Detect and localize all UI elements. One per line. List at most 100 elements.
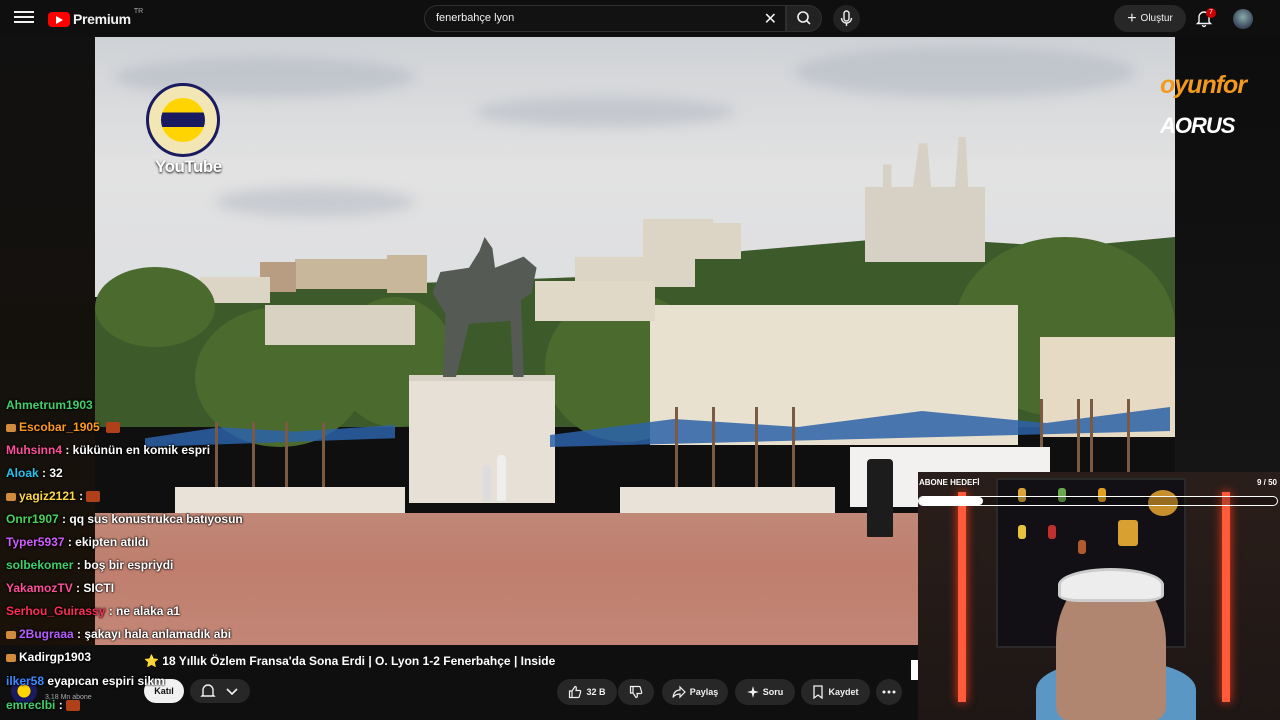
fenerbahce-crest-logo (146, 83, 220, 157)
chat-username[interactable]: Serhou_Guirassy (6, 604, 105, 618)
video-letterbox-right (1175, 37, 1280, 509)
share-button[interactable]: Paylaş (662, 679, 728, 705)
more-actions-button[interactable] (876, 679, 902, 705)
chat-message: Onrr1907 : qq sus konustrukca batıyosun (6, 512, 243, 526)
plus-icon: + (1127, 9, 1137, 27)
logo-country-code: TR (133, 7, 144, 15)
subscriber-goal-widget: ABONE HEDEFİ 9 / 50 (918, 477, 1278, 509)
oyunfor-sponsor-logo: oyunfor (1160, 71, 1247, 99)
chat-username[interactable]: Onrr1907 (6, 512, 59, 526)
ask-button[interactable]: Soru (735, 679, 795, 705)
like-button[interactable]: 32 B (557, 679, 617, 705)
chat-text: : kükünün en komik espri (65, 443, 211, 457)
account-avatar[interactable] (1233, 9, 1253, 29)
save-label: Kaydet (828, 687, 859, 697)
chat-message: ilker58 eyapıcan espiri sikm (6, 674, 165, 688)
chat-message: Aloak : 32 (6, 466, 63, 480)
chat-text: : qq sus konustrukca batıyosun (62, 512, 243, 526)
scroll-marker (911, 660, 918, 680)
led-strip-left (958, 492, 966, 702)
masthead: Premium TR fenerbahçe lyon ✕ + Oluştur 7 (0, 0, 1280, 37)
chat-username[interactable]: yagiz2121 (19, 489, 76, 503)
chat-text: eyapıcan espiri sikm (47, 674, 165, 688)
chat-username[interactable]: Typer5937 (6, 535, 64, 549)
goal-count: 9 / 50 (1256, 478, 1277, 487)
chat-username[interactable]: Ahmetrum1903 (6, 398, 93, 412)
logo-text: Premium (73, 11, 131, 27)
chat-username[interactable]: YakamozTV (6, 581, 73, 595)
sparkle-icon (746, 686, 759, 698)
led-strip-right (1222, 492, 1230, 702)
chat-text: : (79, 489, 84, 503)
chat-username[interactable]: Kadirgp1903 (19, 650, 91, 664)
bell-icon (200, 684, 238, 697)
chat-text: : ekipten atıldı (67, 535, 149, 549)
notification-count-badge: 7 (1206, 8, 1216, 18)
chat-message: Serhou_Guirassy : ne alaka a1 (6, 604, 180, 618)
ask-label: Soru (762, 687, 784, 697)
headphones (1058, 568, 1164, 602)
chat-message: 2Bugraaa : şakayı hala anlamadık abi (6, 627, 231, 641)
chat-message: yagiz2121 : (6, 489, 101, 503)
chat-emote-icon (86, 491, 101, 503)
video-title: ⭐ 18 Yıllık Özlem Fransa'da Sona Erdi | … (144, 654, 555, 668)
chat-emote-icon (65, 700, 80, 712)
goal-label: ABONE HEDEFİ (919, 478, 980, 487)
chat-message: solbekomer : boş bir espriydi (6, 558, 173, 572)
search-input[interactable]: fenerbahçe lyon ✕ (424, 5, 786, 32)
search-icon (797, 11, 811, 25)
chat-username[interactable]: ilker58 (6, 674, 44, 688)
chat-emote-icon (106, 422, 121, 434)
chat-text: : şakayı hala anlamadık abi (77, 627, 232, 641)
create-label: Oluştur (1140, 13, 1173, 24)
thumbs-up-icon (569, 685, 582, 699)
youtube-premium-logo[interactable]: Premium TR (48, 7, 144, 29)
statue-pedestal (409, 375, 555, 503)
chat-username[interactable]: solbekomer (6, 558, 73, 572)
chat-message: Ahmetrum1903 (6, 398, 93, 412)
chat-username[interactable]: emreclbi (6, 698, 55, 712)
chat-text: : 32 (42, 466, 63, 480)
thumbs-down-icon (629, 685, 643, 699)
overlay-youtube-text: YouTube (155, 157, 222, 176)
chat-message: YakamozTV : SICTI (6, 581, 114, 595)
chat-message: Typer5937 : ekipten atıldı (6, 535, 149, 549)
chat-text: : ne alaka a1 (108, 604, 181, 618)
chat-message: Muhsinn4 : kükünün en komik espri (6, 443, 210, 457)
youtube-watch-page: Premium TR fenerbahçe lyon ✕ + Oluştur 7 (0, 0, 1280, 720)
video-letterbox-left (0, 37, 95, 645)
chat-username[interactable]: Escobar_1905 (19, 420, 100, 434)
voice-search-button[interactable] (833, 5, 860, 32)
chat-badge-icon (6, 630, 16, 639)
chat-message: Escobar_1905 (6, 420, 121, 434)
chat-badge-icon (6, 492, 16, 501)
clear-search-icon[interactable]: ✕ (764, 9, 777, 29)
more-horizontal-icon (882, 690, 896, 694)
goal-progress-track (918, 496, 1278, 506)
share-label: Paylaş (689, 687, 719, 697)
create-button[interactable]: + Oluştur (1114, 5, 1186, 32)
chat-username[interactable]: Muhsinn4 (6, 443, 62, 457)
chat-badge-icon (6, 423, 16, 432)
chat-username[interactable]: 2Bugraaa (19, 627, 74, 641)
chat-message: emreclbi : (6, 698, 80, 712)
search-button[interactable] (786, 5, 822, 32)
video-title-text: ⭐ 18 Yıllık Özlem Fransa'da Sona Erdi | … (144, 654, 556, 668)
goal-progress-fill (919, 497, 984, 505)
chat-username[interactable]: Aloak (6, 466, 39, 480)
streamer-webcam (918, 472, 1280, 720)
save-button[interactable]: Kaydet (801, 679, 870, 705)
chat-text: : (58, 698, 63, 712)
share-icon (672, 685, 686, 699)
chat-text: : boş bir espriydi (76, 558, 174, 572)
microphone-icon (840, 10, 853, 26)
chat-message: Kadirgp1903 (6, 650, 91, 664)
chat-badge-icon (6, 653, 16, 662)
bookmark-icon (813, 685, 824, 699)
subscribe-bell-button[interactable] (190, 679, 250, 703)
dislike-button[interactable] (618, 679, 654, 705)
menu-icon[interactable] (14, 8, 34, 28)
chat-text: : SICTI (76, 581, 115, 595)
search-query: fenerbahçe lyon (436, 12, 515, 24)
like-count: 32 B (586, 687, 606, 697)
